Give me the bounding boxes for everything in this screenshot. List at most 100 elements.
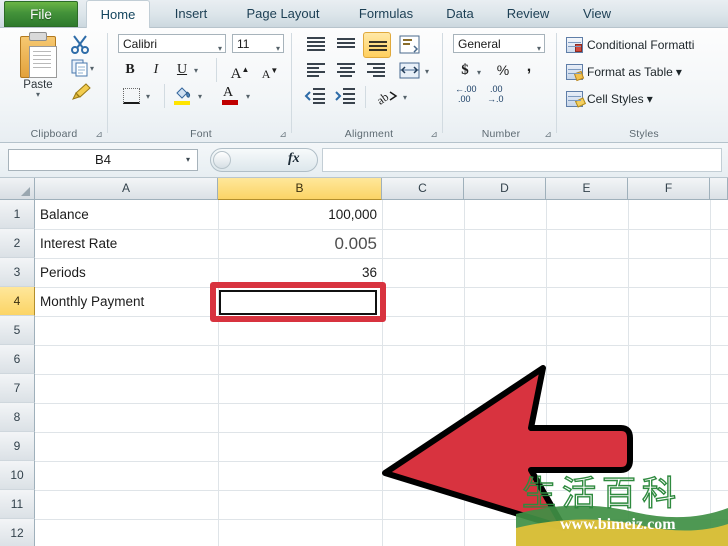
- decrease-indent-icon: [304, 88, 325, 104]
- row-header-5[interactable]: 5: [0, 316, 35, 345]
- col-header-C[interactable]: C: [382, 178, 464, 200]
- tab-view[interactable]: View: [570, 0, 624, 28]
- decrease-decimal-button[interactable]: .00 →.0: [487, 84, 513, 106]
- cell-A1[interactable]: Balance: [36, 201, 217, 229]
- format-as-table-label: Format as Table: [587, 65, 673, 79]
- italic-button[interactable]: I: [146, 60, 166, 80]
- name-box-caret-icon[interactable]: ▾: [186, 155, 190, 164]
- paste-button[interactable]: Paste ▾: [12, 32, 64, 108]
- tab-insert[interactable]: Insert: [156, 0, 226, 28]
- orientation-caret-icon[interactable]: ▾: [403, 93, 407, 102]
- top-align-button[interactable]: [303, 34, 329, 56]
- cell-A3[interactable]: Periods: [36, 259, 217, 287]
- copy-caret-icon[interactable]: ▾: [90, 64, 94, 73]
- font-name-caret-icon: ▾: [217, 44, 222, 53]
- cell-A2[interactable]: Interest Rate: [36, 230, 217, 258]
- font-name-combobox[interactable]: Calibri ▾: [118, 34, 226, 53]
- row-header-8[interactable]: 8: [0, 403, 35, 432]
- number-dialog-launcher-icon[interactable]: ⊿: [543, 129, 553, 139]
- alignment-dialog-launcher-icon[interactable]: ⊿: [429, 129, 439, 139]
- increase-decimal-button[interactable]: ←.00 .00: [455, 84, 481, 106]
- row-header-7[interactable]: 7: [0, 374, 35, 403]
- row-header-6[interactable]: 6: [0, 345, 35, 374]
- currency-format-button[interactable]: $: [455, 60, 475, 80]
- row-header-11[interactable]: 11: [0, 490, 35, 519]
- cell-B1[interactable]: 100,000: [219, 201, 381, 229]
- cancel-enter-knob[interactable]: [213, 151, 231, 169]
- cell-styles-button[interactable]: Cell Styles ▾: [566, 87, 653, 111]
- decrease-indent-button[interactable]: [303, 86, 329, 108]
- row-header-9[interactable]: 9: [0, 432, 35, 461]
- font-color-caret-icon[interactable]: ▾: [246, 92, 250, 101]
- underline-caret-icon[interactable]: ▾: [194, 66, 198, 75]
- tab-page-layout[interactable]: Page Layout: [228, 0, 338, 28]
- shrink-font-button[interactable]: A▼: [258, 60, 282, 81]
- row-header-12[interactable]: 12: [0, 519, 35, 546]
- number-format-caret-icon: ▾: [536, 44, 541, 53]
- format-as-table-icon: [566, 64, 583, 80]
- number-format-combobox[interactable]: General ▾: [453, 34, 545, 53]
- bottom-align-button[interactable]: [363, 32, 391, 58]
- row-header-4[interactable]: 4: [0, 287, 35, 316]
- col-header-B[interactable]: B: [218, 178, 382, 200]
- clipboard-dialog-launcher-icon[interactable]: ⊿: [94, 129, 104, 139]
- cell-styles-label: Cell Styles: [587, 92, 644, 106]
- orientation-button[interactable]: ab: [374, 86, 401, 108]
- select-all-corner[interactable]: [0, 178, 35, 200]
- col-header-D[interactable]: D: [464, 178, 546, 200]
- middle-align-button[interactable]: [333, 34, 359, 56]
- row-header-3[interactable]: 3: [0, 258, 35, 287]
- align-right-button[interactable]: [363, 60, 389, 82]
- ribbon-group-clipboard: Paste ▾ ▾ Clipboard ⊿: [0, 28, 108, 142]
- ribbon-group-styles: Conditional Formatti Format as Table ▾ Ce…: [560, 28, 728, 142]
- col-header-G[interactable]: [710, 178, 728, 200]
- copy-button[interactable]: ▾: [70, 58, 94, 78]
- comma-format-button[interactable]: ,: [519, 59, 539, 80]
- paste-caret-icon[interactable]: ▾: [12, 91, 64, 99]
- number-format-value: General: [458, 37, 501, 51]
- active-cell-b4[interactable]: [219, 290, 377, 315]
- watermark-chinese-text: 生活百科: [522, 474, 682, 514]
- grow-font-button[interactable]: A▲: [228, 60, 252, 82]
- cell-B2[interactable]: 0.005: [219, 230, 381, 258]
- tab-data[interactable]: Data: [434, 0, 486, 28]
- merge-center-button[interactable]: [397, 59, 423, 83]
- merge-center-caret-icon[interactable]: ▾: [425, 67, 429, 76]
- tab-file[interactable]: File: [4, 1, 78, 27]
- insert-function-icon[interactable]: fx: [288, 151, 300, 167]
- font-dialog-launcher-icon[interactable]: ⊿: [278, 129, 288, 139]
- col-header-A[interactable]: A: [35, 178, 218, 200]
- align-left-button[interactable]: [303, 60, 329, 82]
- fill-color-button[interactable]: [172, 86, 194, 106]
- increase-indent-button[interactable]: [333, 86, 359, 108]
- font-color-button[interactable]: A: [220, 85, 242, 106]
- percent-format-button[interactable]: %: [493, 60, 513, 80]
- col-header-F[interactable]: F: [628, 178, 710, 200]
- tab-formulas[interactable]: Formulas: [344, 0, 428, 28]
- fill-color-caret-icon[interactable]: ▾: [198, 92, 202, 101]
- font-name-value: Calibri: [123, 37, 158, 51]
- wrap-text-button[interactable]: [397, 33, 423, 57]
- font-size-combobox[interactable]: 11 ▾: [232, 34, 284, 53]
- underline-button[interactable]: U: [172, 60, 192, 80]
- row-header-10[interactable]: 10: [0, 461, 35, 490]
- format-painter-button[interactable]: [70, 82, 92, 102]
- col-header-E[interactable]: E: [546, 178, 628, 200]
- cell-A4[interactable]: Monthly Payment: [36, 288, 217, 316]
- row-header-1[interactable]: 1: [0, 200, 35, 229]
- align-center-button[interactable]: [333, 60, 359, 82]
- bold-button[interactable]: B: [120, 60, 140, 80]
- formula-bar: B4 ▾ fx: [0, 143, 728, 178]
- borders-button[interactable]: [120, 86, 142, 106]
- formula-input[interactable]: [322, 148, 722, 172]
- name-box[interactable]: B4: [8, 149, 198, 171]
- tab-home[interactable]: Home: [86, 0, 150, 28]
- borders-caret-icon[interactable]: ▾: [146, 92, 150, 101]
- cut-button[interactable]: [70, 34, 92, 54]
- format-as-table-button[interactable]: Format as Table ▾: [566, 60, 682, 84]
- row-header-2[interactable]: 2: [0, 229, 35, 258]
- tab-review[interactable]: Review: [494, 0, 562, 28]
- styles-group-label: Styles: [629, 128, 659, 140]
- conditional-formatting-button[interactable]: Conditional Formatti: [566, 33, 694, 57]
- currency-caret-icon[interactable]: ▾: [477, 68, 481, 77]
